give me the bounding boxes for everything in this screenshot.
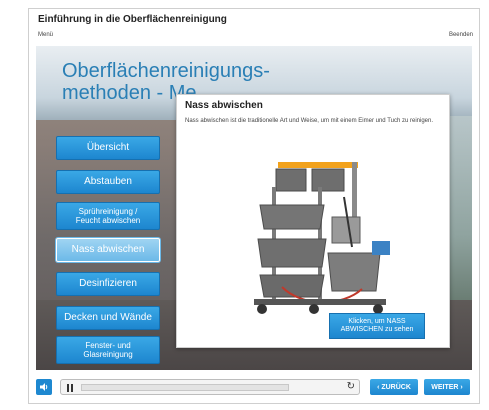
back-button[interactable]: ‹ ZURÜCK (370, 379, 418, 395)
end-link[interactable]: Beenden (449, 32, 473, 38)
menu-link[interactable]: Menü (38, 32, 53, 38)
progress-track[interactable] (81, 384, 289, 391)
nav-button-nass-abwischen[interactable]: Nass abwischen (56, 238, 160, 262)
slide-stage: Oberflächenreinigungs- methoden - Me Übe… (36, 46, 472, 370)
popup-title: Nass abwischen (185, 100, 263, 111)
popup-text: Nass abwischen ist die traditionelle Art… (185, 118, 434, 124)
nav-button-abstauben[interactable]: Abstauben (56, 170, 160, 194)
nav-button-decken-waende[interactable]: Decken und Wände (56, 306, 160, 330)
nav-button-spruehreinigung[interactable]: Sprühreinigung / Feucht abwischen (56, 202, 160, 230)
replay-icon[interactable]: ↻ (347, 381, 355, 393)
nav-button-desinfizieren[interactable]: Desinfizieren (56, 272, 160, 296)
show-wet-wiping-button[interactable]: Klicken, um NASS ABWISCHEN zu sehen (329, 313, 425, 339)
cleaning-cart-image (254, 162, 390, 314)
pause-icon[interactable] (65, 383, 75, 392)
info-popup: Nass abwischen Nass abwischen ist die tr… (176, 94, 450, 348)
course-title: Einführung in die Oberflächenreinigung (38, 14, 227, 25)
next-button[interactable]: WEITER › (424, 379, 470, 395)
nav-button-fenster-glas[interactable]: Fenster- und Glasreinigung (56, 336, 160, 364)
speaker-icon[interactable] (36, 379, 52, 395)
nav-button-uebersicht[interactable]: Übersicht (56, 136, 160, 160)
progress-player: ↻ (60, 379, 360, 395)
player-controlbar: ↻ ‹ ZURÜCK WEITER › (36, 376, 472, 398)
